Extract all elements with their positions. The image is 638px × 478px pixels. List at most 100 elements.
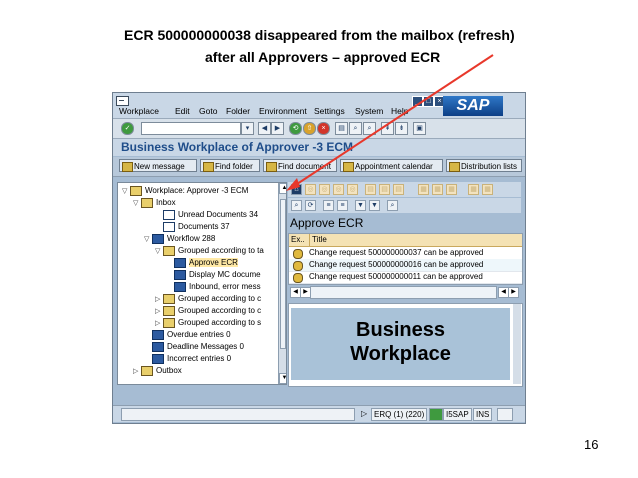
tree-toggle-icon[interactable]: ▽ bbox=[133, 198, 141, 210]
status-expand-icon[interactable]: ▷ bbox=[361, 409, 367, 418]
menu-goto[interactable]: Goto bbox=[199, 106, 217, 116]
menu-bar: Workplace Edit Goto Folder Environment S… bbox=[113, 93, 525, 119]
print-icon[interactable]: ▤ bbox=[335, 122, 348, 135]
resubmit-icon[interactable]: ◎ bbox=[319, 184, 330, 195]
maximize-icon[interactable]: □ bbox=[423, 96, 434, 107]
workflow-icon bbox=[174, 269, 186, 280]
tree-toggle-icon[interactable]: ▽ bbox=[144, 234, 152, 246]
table-row[interactable]: Change request 500000000011 can be appro… bbox=[289, 271, 522, 284]
command-history-icon[interactable]: ▾ bbox=[241, 122, 254, 135]
find-folder-button[interactable]: Find folder bbox=[200, 159, 260, 172]
menu-help[interactable]: Help bbox=[391, 106, 408, 116]
distribution-list-icon bbox=[449, 162, 460, 172]
sort-desc-icon[interactable]: ≡ bbox=[337, 200, 348, 211]
last-page-icon[interactable]: ⇟ bbox=[395, 122, 408, 135]
preview-pane: Business Workplace bbox=[288, 303, 523, 387]
folder-icon bbox=[141, 197, 153, 208]
new-session-icon[interactable]: ▣ bbox=[413, 122, 426, 135]
preview-line1: Business bbox=[356, 319, 445, 341]
tree-toggle-icon[interactable]: ▽ bbox=[122, 186, 130, 198]
tree-scroll-thumb[interactable] bbox=[280, 199, 286, 349]
note-icon[interactable]: ▤ bbox=[379, 184, 390, 195]
workplace-icon bbox=[130, 185, 142, 196]
layout-icon-3[interactable]: ▦ bbox=[446, 184, 457, 195]
replace-icon[interactable]: ◎ bbox=[347, 184, 358, 195]
scroll-up-icon[interactable]: ▲ bbox=[279, 183, 286, 194]
tree-item[interactable]: ▽ Inbox bbox=[133, 197, 176, 209]
tree-item[interactable]: Incorrect entries 0 bbox=[144, 353, 231, 365]
tree-item[interactable]: Documents 37 bbox=[155, 221, 230, 233]
find-document-button[interactable]: Find document bbox=[263, 159, 337, 172]
command-field[interactable] bbox=[141, 122, 241, 135]
reserve-icon[interactable]: ◎ bbox=[333, 184, 344, 195]
first-page-icon[interactable]: ⇞ bbox=[381, 122, 394, 135]
tree-item[interactable]: Deadline Messages 0 bbox=[144, 341, 244, 353]
forward-icon[interactable]: ▶ bbox=[271, 122, 284, 135]
detail-icon[interactable]: ▦ bbox=[482, 184, 493, 195]
layout-icon-2[interactable]: ▦ bbox=[432, 184, 443, 195]
work-item-icon bbox=[293, 273, 303, 283]
scroll-right-end-icon[interactable]: ▶ bbox=[508, 287, 519, 298]
preview-scrollbar[interactable] bbox=[513, 304, 521, 384]
connection-icon bbox=[429, 408, 443, 421]
work-item-icon bbox=[293, 249, 303, 259]
filter-set-icon[interactable]: ▼ bbox=[369, 200, 380, 211]
layout-icon-1[interactable]: ▦ bbox=[418, 184, 429, 195]
menu-system[interactable]: System bbox=[355, 106, 383, 116]
find-next-icon[interactable]: ⌕ bbox=[363, 122, 376, 135]
tree-item[interactable]: ▽ Grouped according to ta bbox=[155, 245, 264, 257]
sap-logo: SAP bbox=[443, 96, 503, 116]
back-icon[interactable]: ⟲ bbox=[289, 122, 302, 135]
tree-toggle-icon[interactable]: ▷ bbox=[133, 366, 141, 378]
tree-item[interactable]: ▷ Grouped according to c bbox=[155, 293, 261, 305]
scroll-down-icon[interactable]: ▼ bbox=[279, 373, 286, 384]
tree-item[interactable]: Approve ECR bbox=[166, 257, 238, 269]
new-message-button[interactable]: New message bbox=[119, 159, 197, 172]
menu-settings[interactable]: Settings bbox=[314, 106, 345, 116]
tree-item[interactable]: ▽ Workplace: Approver -3 ECM bbox=[122, 185, 248, 197]
tree-item[interactable]: ▷ Outbox bbox=[133, 365, 182, 377]
detail-view-icon[interactable]: ⌕ bbox=[291, 200, 302, 211]
cancel-icon[interactable]: × bbox=[317, 122, 330, 135]
tree-item[interactable]: Display MC docume bbox=[166, 269, 261, 281]
preview-line2: Workplace bbox=[350, 343, 451, 365]
tree-item[interactable]: ▷ Grouped according to s bbox=[155, 317, 261, 329]
tree-item[interactable]: Unread Documents 34 bbox=[155, 209, 258, 221]
sort-asc-icon[interactable]: ≡ bbox=[323, 200, 334, 211]
menu-edit[interactable]: Edit bbox=[175, 106, 190, 116]
tree-item[interactable]: ▷ Grouped according to c bbox=[155, 305, 261, 317]
refresh-icon[interactable]: ⟳ bbox=[305, 200, 316, 211]
system-menu-icon[interactable] bbox=[116, 96, 129, 106]
find-icon[interactable]: ⌕ bbox=[349, 122, 362, 135]
column-header-ex[interactable]: Ex.. bbox=[291, 234, 305, 246]
folder-icon bbox=[163, 305, 175, 316]
appointment-calendar-button[interactable]: Appointment calendar bbox=[340, 159, 443, 172]
distribution-lists-button[interactable]: Distribution lists bbox=[446, 159, 522, 172]
minimize-icon[interactable]: _ bbox=[412, 96, 423, 107]
standard-toolbar: ✓ ▾ ◀ ▶ ⟲ ⇧ × ▤ ⌕ ⌕ ⇞ ⇟ ▣ bbox=[113, 119, 525, 139]
find-list-icon[interactable]: ⌕ bbox=[387, 200, 398, 211]
exit-icon[interactable]: ⇧ bbox=[303, 122, 316, 135]
column-header-title[interactable]: Title bbox=[309, 234, 327, 246]
tree-item[interactable]: Inbound, error mess bbox=[166, 281, 261, 293]
settings-icon[interactable]: ▦ bbox=[468, 184, 479, 195]
menu-folder[interactable]: Folder bbox=[226, 106, 250, 116]
execute-icon[interactable]: ⌂ bbox=[291, 184, 302, 195]
tree-item-label: Unread Documents 34 bbox=[178, 210, 259, 219]
tree-toggle-icon[interactable]: ▽ bbox=[155, 246, 163, 258]
attachment-icon[interactable]: ▤ bbox=[365, 184, 376, 195]
menu-workplace[interactable]: Workplace bbox=[119, 106, 159, 116]
menu-environment[interactable]: Environment bbox=[259, 106, 307, 116]
forward-item-icon[interactable]: ◎ bbox=[305, 184, 316, 195]
title-bar: Business Workplace of Approver -3 ECM bbox=[113, 139, 525, 156]
back-arrow-icon[interactable]: ◀ bbox=[258, 122, 271, 135]
enter-icon[interactable]: ✓ bbox=[121, 122, 134, 135]
tree-item-label: Documents 37 bbox=[178, 222, 230, 231]
worklist-hscrollbar[interactable] bbox=[310, 286, 497, 299]
tree-scrollbar[interactable]: ▲ ▼ bbox=[278, 183, 286, 384]
log-icon[interactable]: ▤ bbox=[393, 184, 404, 195]
tree-item[interactable]: Overdue entries 0 bbox=[144, 329, 231, 341]
new-message-icon bbox=[122, 162, 133, 172]
tree-item[interactable]: ▽ Workflow 288 bbox=[144, 233, 215, 245]
filter-icon[interactable]: ▼ bbox=[355, 200, 366, 211]
